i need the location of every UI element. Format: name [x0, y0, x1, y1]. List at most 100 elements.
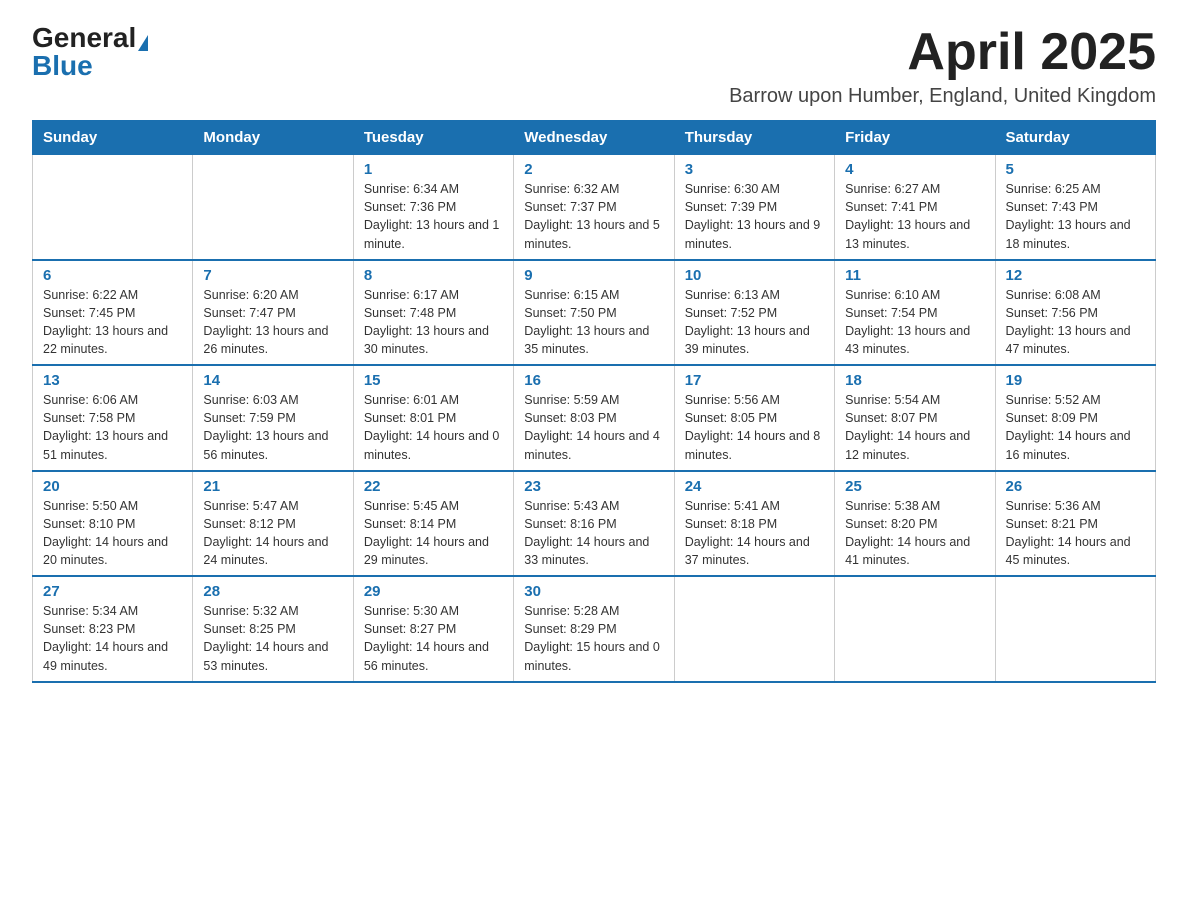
day-info: Sunrise: 5:54 AM Sunset: 8:07 PM Dayligh… [845, 391, 984, 464]
day-number: 23 [524, 478, 663, 495]
day-number: 22 [364, 478, 503, 495]
day-number: 24 [685, 478, 824, 495]
table-row: 13 Sunrise: 6:06 AM Sunset: 7:58 PM Dayli… [33, 365, 193, 471]
day-number: 12 [1006, 267, 1145, 284]
day-info: Sunrise: 5:47 AM Sunset: 8:12 PM Dayligh… [203, 497, 342, 570]
table-row: 7Sunrise: 6:20 AM Sunset: 7:47 PM Daylig… [193, 260, 353, 366]
day-info: Sunrise: 6:03 AM Sunset: 7:59 PM Dayligh… [203, 391, 342, 464]
logo-triangle-icon [138, 35, 148, 51]
day-number: 15 [364, 372, 503, 389]
day-number: 21 [203, 478, 342, 495]
day-number: 18 [845, 372, 984, 389]
day-info: Sunrise: 6:17 AM Sunset: 7:48 PM Dayligh… [364, 286, 503, 359]
table-row: 5 Sunrise: 6:25 AM Sunset: 7:43 PM Daylig… [995, 155, 1155, 260]
day-info: Sunrise: 6:20 AM Sunset: 7:47 PM Dayligh… [203, 286, 342, 359]
table-row: 25Sunrise: 5:38 AM Sunset: 8:20 PM Dayli… [835, 471, 995, 577]
day-info: Sunrise: 6:22 AM Sunset: 7:45 PM Dayligh… [43, 286, 182, 359]
day-info: Sunrise: 6:27 AM Sunset: 7:41 PM Dayligh… [845, 180, 984, 253]
day-info: Sunrise: 5:32 AM Sunset: 8:25 PM Dayligh… [203, 602, 342, 675]
logo-general-row: General [32, 24, 148, 52]
day-number: 8 [364, 267, 503, 284]
title-block: April 2025 Barrow upon Humber, England, … [729, 24, 1156, 108]
day-number: 19 [1006, 372, 1145, 389]
day-info: Sunrise: 5:50 AM Sunset: 8:10 PM Dayligh… [43, 497, 182, 570]
day-info: Sunrise: 6:25 AM Sunset: 7:43 PM Dayligh… [1006, 180, 1145, 253]
day-info: Sunrise: 6:13 AM Sunset: 7:52 PM Dayligh… [685, 286, 824, 359]
day-info: Sunrise: 6:10 AM Sunset: 7:54 PM Dayligh… [845, 286, 984, 359]
day-info: Sunrise: 5:52 AM Sunset: 8:09 PM Dayligh… [1006, 391, 1145, 464]
table-row: 29Sunrise: 5:30 AM Sunset: 8:27 PM Dayli… [353, 576, 513, 682]
day-number: 30 [524, 583, 663, 600]
day-number: 27 [43, 583, 182, 600]
table-row [193, 155, 353, 260]
calendar-week-row: 6 Sunrise: 6:22 AM Sunset: 7:45 PM Daylig… [33, 260, 1156, 366]
day-info: Sunrise: 5:59 AM Sunset: 8:03 PM Dayligh… [524, 391, 663, 464]
day-number: 9 [524, 267, 663, 284]
table-row: 9 Sunrise: 6:15 AM Sunset: 7:50 PM Daylig… [514, 260, 674, 366]
calendar-week-row: 1Sunrise: 6:34 AM Sunset: 7:36 PM Daylig… [33, 155, 1156, 260]
table-row [674, 576, 834, 682]
day-info: Sunrise: 5:43 AM Sunset: 8:16 PM Dayligh… [524, 497, 663, 570]
table-row: 22 Sunrise: 5:45 AM Sunset: 8:14 PM Dayli… [353, 471, 513, 577]
table-row: 30 Sunrise: 5:28 AM Sunset: 8:29 PM Dayli… [514, 576, 674, 682]
col-header-wednesday: Wednesday [514, 121, 674, 155]
col-header-saturday: Saturday [995, 121, 1155, 155]
day-info: Sunrise: 5:36 AM Sunset: 8:21 PM Dayligh… [1006, 497, 1145, 570]
table-row [33, 155, 193, 260]
logo: General Blue [32, 24, 148, 80]
table-row: 24 Sunrise: 5:41 AM Sunset: 8:18 PM Dayli… [674, 471, 834, 577]
location-subtitle: Barrow upon Humber, England, United King… [729, 85, 1156, 108]
table-row: 19 Sunrise: 5:52 AM Sunset: 8:09 PM Dayli… [995, 365, 1155, 471]
col-header-sunday: Sunday [33, 121, 193, 155]
day-number: 10 [685, 267, 824, 284]
calendar-header-row: Sunday Monday Tuesday Wednesday Thursday… [33, 121, 1156, 155]
table-row: 4Sunrise: 6:27 AM Sunset: 7:41 PM Daylig… [835, 155, 995, 260]
day-number: 28 [203, 583, 342, 600]
table-row: 14 Sunrise: 6:03 AM Sunset: 7:59 PM Dayli… [193, 365, 353, 471]
table-row: 27 Sunrise: 5:34 AM Sunset: 8:23 PM Dayli… [33, 576, 193, 682]
day-info: Sunrise: 5:28 AM Sunset: 8:29 PM Dayligh… [524, 602, 663, 675]
day-info: Sunrise: 6:08 AM Sunset: 7:56 PM Dayligh… [1006, 286, 1145, 359]
day-number: 2 [524, 161, 663, 178]
day-info: Sunrise: 6:30 AM Sunset: 7:39 PM Dayligh… [685, 180, 824, 253]
table-row: 21 Sunrise: 5:47 AM Sunset: 8:12 PM Dayli… [193, 471, 353, 577]
table-row: 1Sunrise: 6:34 AM Sunset: 7:36 PM Daylig… [353, 155, 513, 260]
table-row [835, 576, 995, 682]
day-number: 20 [43, 478, 182, 495]
day-number: 6 [43, 267, 182, 284]
day-number: 3 [685, 161, 824, 178]
table-row: 11Sunrise: 6:10 AM Sunset: 7:54 PM Dayli… [835, 260, 995, 366]
calendar-week-row: 27 Sunrise: 5:34 AM Sunset: 8:23 PM Dayli… [33, 576, 1156, 682]
day-number: 17 [685, 372, 824, 389]
logo-blue-text: Blue [32, 50, 93, 81]
page-header: General Blue April 2025 Barrow upon Humb… [32, 24, 1156, 108]
table-row: 18 Sunrise: 5:54 AM Sunset: 8:07 PM Dayli… [835, 365, 995, 471]
table-row: 17 Sunrise: 5:56 AM Sunset: 8:05 PM Dayli… [674, 365, 834, 471]
table-row: 6 Sunrise: 6:22 AM Sunset: 7:45 PM Daylig… [33, 260, 193, 366]
calendar-week-row: 13 Sunrise: 6:06 AM Sunset: 7:58 PM Dayli… [33, 365, 1156, 471]
day-number: 14 [203, 372, 342, 389]
day-info: Sunrise: 5:45 AM Sunset: 8:14 PM Dayligh… [364, 497, 503, 570]
col-header-tuesday: Tuesday [353, 121, 513, 155]
day-number: 26 [1006, 478, 1145, 495]
day-info: Sunrise: 5:38 AM Sunset: 8:20 PM Dayligh… [845, 497, 984, 570]
table-row: 12 Sunrise: 6:08 AM Sunset: 7:56 PM Dayli… [995, 260, 1155, 366]
day-info: Sunrise: 5:34 AM Sunset: 8:23 PM Dayligh… [43, 602, 182, 675]
day-number: 13 [43, 372, 182, 389]
month-title: April 2025 [729, 24, 1156, 81]
day-info: Sunrise: 6:06 AM Sunset: 7:58 PM Dayligh… [43, 391, 182, 464]
day-info: Sunrise: 6:32 AM Sunset: 7:37 PM Dayligh… [524, 180, 663, 253]
logo-blue-row: Blue [32, 52, 93, 80]
table-row: 15 Sunrise: 6:01 AM Sunset: 8:01 PM Dayli… [353, 365, 513, 471]
table-row: 28 Sunrise: 5:32 AM Sunset: 8:25 PM Dayli… [193, 576, 353, 682]
col-header-monday: Monday [193, 121, 353, 155]
calendar-table: Sunday Monday Tuesday Wednesday Thursday… [32, 120, 1156, 683]
calendar-week-row: 20 Sunrise: 5:50 AM Sunset: 8:10 PM Dayli… [33, 471, 1156, 577]
day-number: 5 [1006, 161, 1145, 178]
day-info: Sunrise: 6:15 AM Sunset: 7:50 PM Dayligh… [524, 286, 663, 359]
day-info: Sunrise: 6:34 AM Sunset: 7:36 PM Dayligh… [364, 180, 503, 253]
day-info: Sunrise: 6:01 AM Sunset: 8:01 PM Dayligh… [364, 391, 503, 464]
day-info: Sunrise: 5:56 AM Sunset: 8:05 PM Dayligh… [685, 391, 824, 464]
day-info: Sunrise: 5:41 AM Sunset: 8:18 PM Dayligh… [685, 497, 824, 570]
table-row: 8 Sunrise: 6:17 AM Sunset: 7:48 PM Daylig… [353, 260, 513, 366]
